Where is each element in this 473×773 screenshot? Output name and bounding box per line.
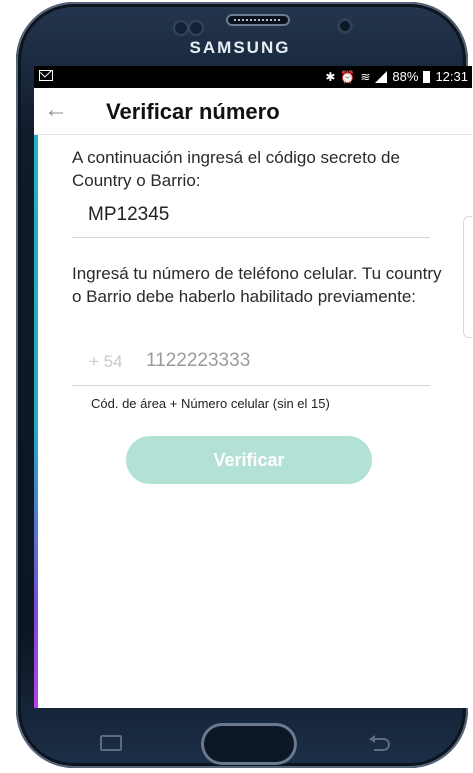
back-key-icon[interactable] bbox=[366, 735, 390, 751]
arrow-left-icon[interactable]: ← bbox=[44, 98, 68, 122]
home-button[interactable] bbox=[201, 723, 297, 765]
proximity-sensor bbox=[173, 20, 189, 36]
recent-apps-key-icon[interactable] bbox=[100, 735, 122, 751]
secret-code-field[interactable]: MP12345 bbox=[72, 196, 430, 238]
device-screen: ✱ ⏰ ≋ 88% 12:31 ← Verificar número A con… bbox=[34, 66, 472, 708]
device-brand-logo: SAMSUNG bbox=[189, 38, 291, 57]
code-prompt: A continuación ingresá el código secreto… bbox=[72, 148, 400, 190]
wifi-icon: ≋ bbox=[360, 69, 371, 84]
app-bar: ← Verificar número bbox=[34, 88, 472, 135]
secret-code-value: MP12345 bbox=[88, 204, 170, 225]
verify-button[interactable]: Verificar bbox=[126, 436, 372, 484]
edge-lighting bbox=[34, 88, 38, 708]
status-icons: ✱ ⏰ ≋ 88% 12:31 bbox=[325, 69, 468, 84]
status-bar: ✱ ⏰ ≋ 88% 12:31 bbox=[34, 66, 472, 88]
phone-prompt: Ingresá tu número de teléfono celular. T… bbox=[72, 264, 442, 306]
alarm-icon: ⏰ bbox=[340, 69, 356, 84]
earpiece-speaker bbox=[226, 14, 290, 26]
battery-percentage: 88% bbox=[392, 69, 419, 84]
phone-number-input[interactable] bbox=[146, 350, 406, 372]
page-title: Verificar número bbox=[106, 99, 280, 124]
front-camera bbox=[337, 18, 353, 34]
country-prefix: + 54 bbox=[89, 352, 123, 371]
battery-icon bbox=[423, 70, 431, 83]
light-sensor bbox=[188, 20, 204, 36]
signal-icon bbox=[375, 70, 388, 83]
phone-number-field[interactable]: + 54 bbox=[72, 347, 430, 386]
mail-notification-icon bbox=[39, 70, 53, 81]
edge-panel-handle[interactable] bbox=[463, 216, 472, 338]
clock: 12:31 bbox=[435, 69, 468, 84]
phone-hint: Cód. de área + Número celular (sin el 15… bbox=[91, 396, 330, 411]
bluetooth-icon: ✱ bbox=[325, 69, 336, 84]
